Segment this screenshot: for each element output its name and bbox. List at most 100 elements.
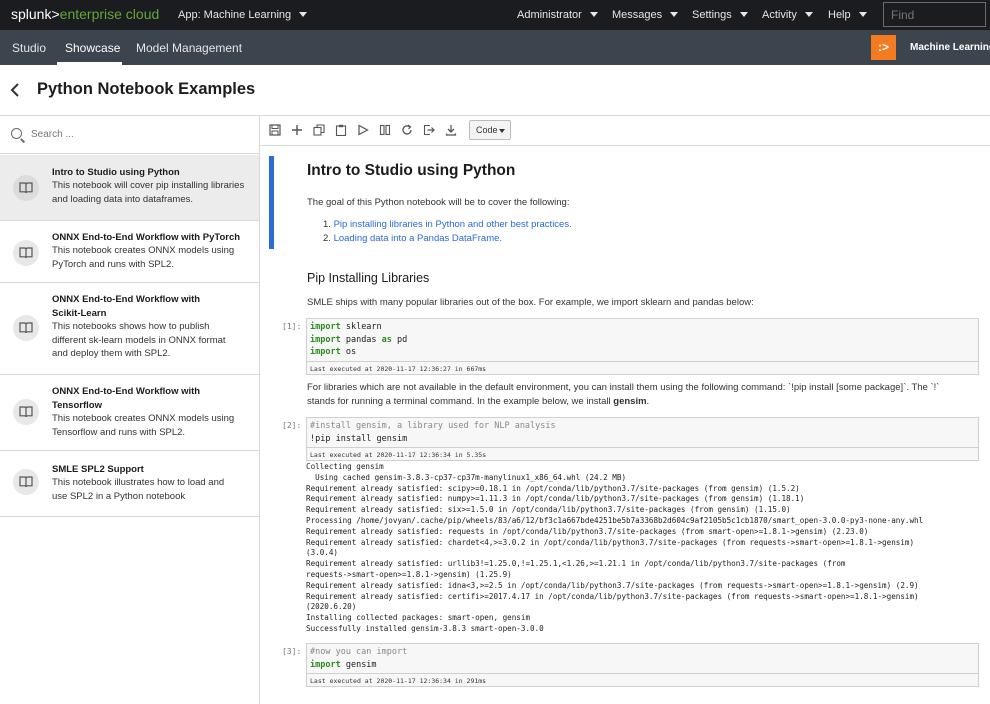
menu-help-label: Help (828, 9, 851, 21)
book-icon (13, 399, 39, 425)
output-line: Collecting gensim (306, 462, 384, 471)
cell-type-value: Code (476, 125, 498, 135)
app-name: Machine Learning (910, 42, 990, 53)
output-line: Using cached gensim-3.8.3-cp37-cp37m-man… (306, 472, 627, 482)
brand-product: enterprise cloud (59, 6, 160, 22)
notebook-item-description: This notebook creates ONNX models using … (52, 413, 235, 438)
sub-nav: Studio Showcase Model Management (0, 30, 990, 65)
chevron-down-icon (858, 12, 867, 17)
brand-splunk: splunk> (11, 6, 60, 22)
interrupt-icon[interactable] (379, 124, 393, 138)
notebook-title: Intro to Studio using Python (307, 162, 516, 179)
tab-studio[interactable]: Studio (12, 41, 46, 55)
cell-prompt: [1]: (282, 322, 302, 331)
notebook-item-description: This notebook creates ONNX models using … (52, 245, 235, 270)
menu-messages-label: Messages (612, 9, 663, 21)
restart-icon[interactable] (401, 124, 415, 138)
machine-learning-logo: :> (871, 35, 896, 60)
output-line: Requirement already satisfied: idna<3,>=… (306, 580, 919, 590)
menu-administrator-label: Administrator (517, 9, 582, 21)
goal-text: The goal of this Python notebook will be… (307, 197, 570, 208)
menu-administrator[interactable]: Administrator (517, 9, 598, 21)
search-box[interactable]: Search ... (0, 116, 259, 154)
notebook-item-intro[interactable]: Intro to Studio using Python This notebo… (0, 155, 259, 221)
output-line: Successfully installed gensim-3.8.3 smar… (306, 623, 544, 633)
output-line: Installing collected packages: smart-ope… (306, 613, 531, 623)
fast-forward-icon[interactable] (423, 124, 437, 138)
menu-help[interactable]: Help (828, 9, 867, 21)
output-line: Requirement already satisfied: scipy>=0.… (306, 483, 800, 493)
code-cell-3[interactable]: #now you can import import gensim Last e… (306, 643, 979, 687)
notebook-list-sidebar: Search ... Intro to Studio using Python … (0, 116, 260, 704)
chevron-down-icon (739, 12, 748, 17)
book-icon (13, 469, 39, 495)
page-title: Python Notebook Examples (37, 80, 256, 98)
active-tab-indicator (57, 62, 122, 65)
cell-code[interactable]: import sklearn import pandas as pd impor… (307, 319, 978, 361)
app-menu-label: App: Machine Learning (178, 9, 292, 21)
menu-settings-label: Settings (692, 9, 732, 21)
paste-icon[interactable] (335, 124, 349, 138)
save-icon[interactable] (269, 124, 283, 138)
chevron-down-icon (670, 12, 679, 17)
install-text-line-1: For libraries which are not available in… (307, 382, 940, 393)
output-line: Requirement already satisfied: certifi>=… (306, 591, 919, 601)
notebook-item-onnx-sklearn[interactable]: ONNX End-to-End Workflow with Scikit-Lea… (0, 283, 259, 375)
output-line: Requirement already satisfied: urllib3!=… (306, 559, 846, 569)
search-icon (11, 128, 22, 139)
chevron-down-icon (804, 12, 813, 17)
tab-model-management[interactable]: Model Management (136, 41, 242, 55)
top-bar: splunk>enterprise cloud App: Machine Lea… (0, 0, 990, 30)
menu-activity[interactable]: Activity (762, 9, 813, 21)
output-line: Requirement already satisfied: chardet<4… (306, 537, 915, 547)
notebook-item-title: ONNX End-to-End Workflow with PyTorch (52, 232, 241, 243)
output-line: Requirement already satisfied: requests … (306, 526, 869, 536)
find-input[interactable] (883, 2, 986, 27)
cell-output: Collecting gensim Using cached gensim-3.… (306, 462, 982, 635)
output-line: Processing /home/jovyan/.cache/pip/wheel… (306, 515, 924, 525)
code-cell-1[interactable]: import sklearn import pandas as pd impor… (306, 318, 979, 375)
cell-code[interactable]: #install gensim, a library used for NLP … (307, 418, 978, 447)
notebook-content: Intro to Studio using Python The goal of… (261, 147, 990, 704)
back-icon[interactable] (10, 83, 20, 100)
execution-status: Last executed at 2020-11-17 12:36:34 in … (307, 447, 978, 460)
notebook-item-description: This notebooks shows how to publish diff… (52, 321, 226, 359)
output-line: (3.0.4) (306, 548, 339, 558)
search-input[interactable]: Search ... (31, 129, 74, 140)
output-line: Requirement already satisfied: numpy>=1.… (306, 494, 805, 504)
notebook-item-spl2-support[interactable]: SMLE SPL2 Support This notebook illustra… (0, 451, 259, 517)
active-cell-indicator (269, 156, 274, 249)
install-text-line-2: stands for running a terminal command. I… (307, 396, 650, 407)
execution-status: Last executed at 2020-11-17 12:36:34 in … (307, 673, 978, 686)
section-text: SMLE ships with many popular libraries o… (307, 297, 754, 308)
cell-type-select[interactable]: Code (469, 120, 511, 140)
book-icon (13, 175, 39, 201)
section-title: Pip Installing Libraries (307, 271, 430, 285)
book-icon (13, 240, 39, 266)
copy-icon[interactable] (313, 124, 327, 138)
output-line: Requirement already satisfied: six>=1.5.… (306, 505, 791, 515)
add-cell-icon[interactable] (291, 124, 305, 138)
cell-code[interactable]: #now you can import import gensim (307, 644, 978, 673)
notebook-item-onnx-tensorflow[interactable]: ONNX End-to-End Workflow with Tensorflow… (0, 375, 259, 451)
chevron-down-icon (299, 12, 308, 17)
notebook-item-description: This notebook illustrates how to load an… (52, 477, 225, 502)
notebook-toolbar: Code (261, 116, 990, 146)
code-cell-2[interactable]: #install gensim, a library used for NLP … (306, 417, 979, 461)
menu-messages[interactable]: Messages (612, 9, 679, 21)
notebook-item-description: This notebook will cover pip installing … (52, 180, 245, 205)
goal-link-2[interactable]: 2. Loading data into a Pandas DataFrame. (323, 233, 502, 244)
tab-showcase[interactable]: Showcase (65, 41, 120, 55)
output-line: (2020.6.20) (306, 602, 357, 612)
notebook-item-onnx-pytorch[interactable]: ONNX End-to-End Workflow with PyTorch Th… (0, 221, 259, 283)
notebook-item-title: Intro to Studio using Python (52, 167, 180, 178)
splunk-logo[interactable]: splunk>enterprise cloud (11, 6, 159, 22)
goal-link-1[interactable]: 1. Pip installing libraries in Python an… (323, 219, 572, 230)
download-icon[interactable] (445, 124, 459, 138)
menu-settings[interactable]: Settings (692, 9, 748, 21)
app-menu[interactable]: App: Machine Learning (178, 9, 308, 21)
book-icon (13, 315, 39, 341)
menu-activity-label: Activity (762, 9, 797, 21)
cell-prompt: [2]: (282, 421, 302, 430)
run-icon[interactable] (357, 124, 371, 138)
